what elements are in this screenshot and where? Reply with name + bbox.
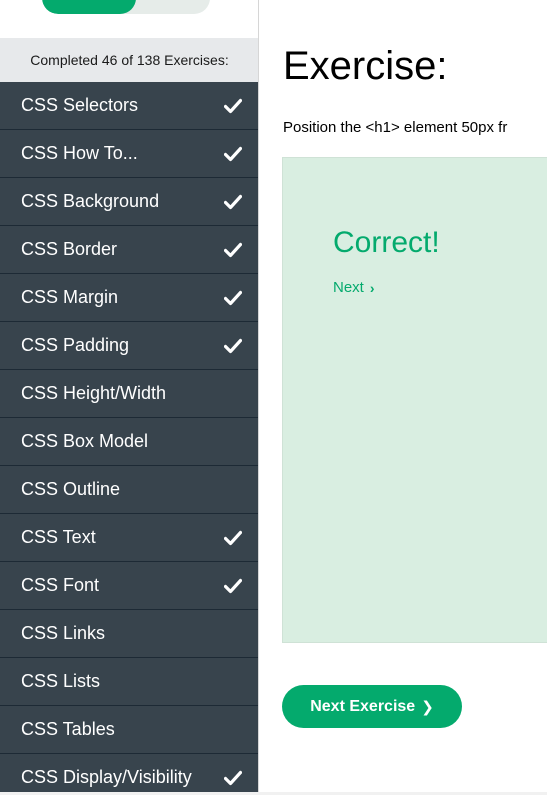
toggle-option-inactive[interactable]	[136, 0, 210, 14]
sidebar-item-css-display-visibility[interactable]: CSS Display/Visibility	[0, 754, 258, 795]
sidebar-item-css-tables[interactable]: CSS Tables	[0, 706, 258, 754]
sidebar-item-css-background[interactable]: CSS Background	[0, 178, 258, 226]
sidebar-item-css-text[interactable]: CSS Text	[0, 514, 258, 562]
exercise-instructions: Position the <h1> element 50px fr	[283, 119, 508, 136]
checkmark-icon	[223, 96, 243, 116]
sidebar-item-label: CSS Outline	[21, 479, 121, 499]
result-status: Correct!	[333, 226, 440, 259]
sidebar-item-css-font[interactable]: CSS Font	[0, 562, 258, 610]
sidebar-item-css-height-width[interactable]: CSS Height/Width	[0, 370, 258, 418]
result-panel: Correct! Next ›	[282, 157, 547, 643]
sidebar-item-label: CSS Display/Visibility	[21, 767, 192, 787]
sidebar-item-css-border[interactable]: CSS Border	[0, 226, 258, 274]
sidebar-item-label: CSS Margin	[21, 287, 119, 307]
page-title: Exercise:	[283, 44, 448, 88]
next-exercise-label: Next Exercise	[310, 697, 416, 715]
sidebar-item-label: CSS Background	[21, 191, 160, 211]
next-exercise-button[interactable]: Next Exercise ❯	[282, 685, 462, 728]
main-content: Exercise: Position the <h1> element 50px…	[260, 0, 547, 795]
sidebar-item-css-padding[interactable]: CSS Padding	[0, 322, 258, 370]
sidebar-item-label: CSS How To...	[21, 143, 138, 163]
toggle-option-active[interactable]	[42, 0, 136, 14]
chevron-right-icon: ›	[369, 279, 375, 296]
next-link[interactable]: Next ›	[333, 279, 375, 296]
chevron-right-icon: ❯	[421, 698, 434, 716]
sidebar-item-css-box-model[interactable]: CSS Box Model	[0, 418, 258, 466]
progress-text: Completed 46 of 138 Exercises:	[0, 38, 258, 82]
next-link-label: Next	[333, 279, 364, 296]
sidebar-item-css-margin[interactable]: CSS Margin	[0, 274, 258, 322]
checkmark-icon	[223, 288, 243, 308]
checkmark-icon	[223, 576, 243, 596]
checkmark-icon	[223, 144, 243, 164]
checkmark-icon	[223, 528, 243, 548]
checkmark-icon	[223, 240, 243, 260]
sidebar-item-css-lists[interactable]: CSS Lists	[0, 658, 258, 706]
sidebar-item-label: CSS Padding	[21, 335, 130, 355]
checkmark-icon	[223, 336, 243, 356]
checkmark-icon	[223, 192, 243, 212]
view-toggle[interactable]	[42, 0, 210, 14]
sidebar-item-label: CSS Links	[21, 623, 106, 643]
sidebar-item-label: CSS Border	[21, 239, 118, 259]
sidebar-item-css-selectors[interactable]: CSS Selectors	[0, 82, 258, 130]
sidebar-item-label: CSS Text	[21, 527, 96, 547]
sidebar-item-label: CSS Tables	[21, 719, 115, 739]
sidebar: Completed 46 of 138 Exercises: CSS Selec…	[0, 0, 259, 795]
sidebar-item-css-how-to[interactable]: CSS How To...	[0, 130, 258, 178]
checkmark-icon	[223, 768, 243, 788]
sidebar-item-css-links[interactable]: CSS Links	[0, 610, 258, 658]
sidebar-item-label: CSS Box Model	[21, 431, 149, 451]
sidebar-item-label: CSS Font	[21, 575, 100, 595]
sidebar-item-label: CSS Lists	[21, 671, 101, 691]
sidebar-item-css-outline[interactable]: CSS Outline	[0, 466, 258, 514]
sidebar-item-label: CSS Height/Width	[21, 383, 167, 403]
sidebar-item-label: CSS Selectors	[21, 95, 139, 115]
exercise-menu: CSS Selectors CSS How To... CSS Background…	[0, 82, 258, 795]
